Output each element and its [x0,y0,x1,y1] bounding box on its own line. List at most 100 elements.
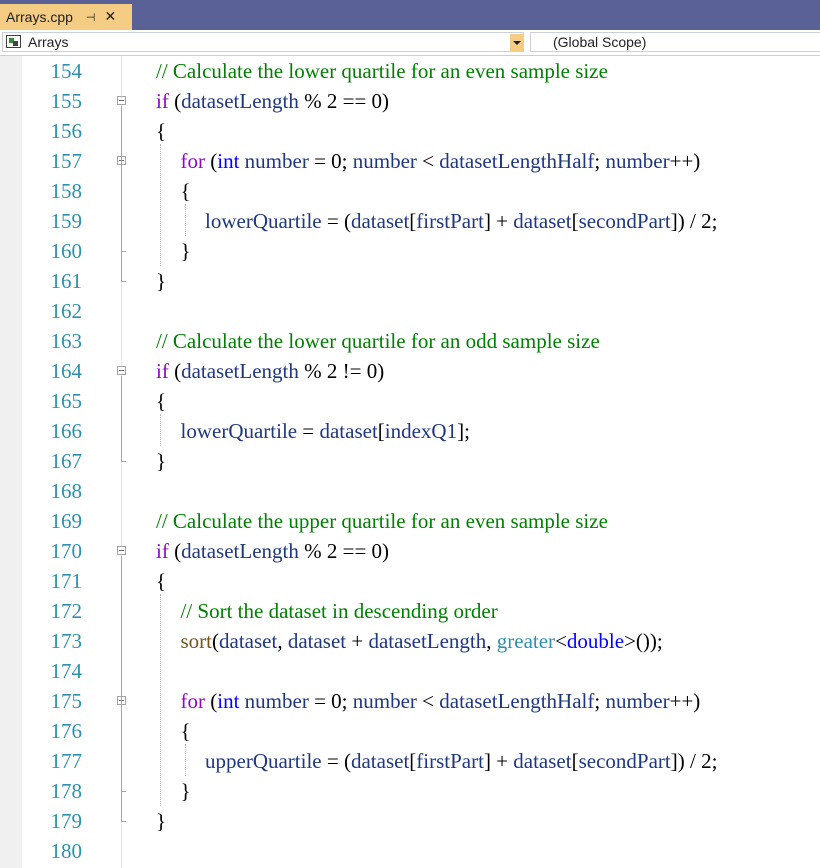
code-text: lowerQuartile = (dataset[firstPart] + da… [205,206,717,236]
code-text: { [156,386,166,416]
code-token: number [352,149,417,173]
code-line[interactable]: 164 if (datasetLength % 2 != 0) [0,356,820,386]
code-line[interactable]: 166 lowerQuartile = dataset[indexQ1]; [0,416,820,446]
line-number: 179 [50,809,83,833]
outline-end [121,281,126,282]
code-token: { [180,179,191,203]
outline-end [121,821,126,822]
code-line[interactable]: 168 [0,476,820,506]
code-line[interactable]: 162 [0,296,820,326]
code-line[interactable]: 174 [0,656,820,686]
code-text: { [181,176,191,206]
project-label: Arrays [28,34,69,50]
line-number: 173 [50,629,83,653]
line-number: 175 [50,689,83,713]
code-token: ]) / 2; [670,209,718,233]
project-dropdown[interactable]: Arrays [2,32,524,52]
line-number: 166 [50,419,83,443]
indent-guide [160,414,161,446]
code-text: } [156,806,166,836]
code-token: ( [168,359,182,383]
code-token: ]; [457,419,470,443]
code-editor[interactable]: 154 // Calculate the lower quartile for a… [0,56,820,868]
pin-icon[interactable]: ⊣ [86,11,96,24]
code-token: // Calculate the lower quartile for an o… [156,329,600,353]
code-token: number [352,689,417,713]
code-token: } [156,809,167,833]
code-token: ] + [483,749,514,773]
code-text: sort(dataset, dataset + datasetLength, g… [181,626,663,656]
code-line[interactable]: 176 { [0,716,820,746]
code-line[interactable]: 170 if (datasetLength % 2 == 0) [0,536,820,566]
document-tab[interactable]: Arrays.cpp ⊣ ✕ [0,4,132,30]
code-line[interactable]: 180 [0,836,820,866]
code-line[interactable]: 177 upperQuartile = (dataset[firstPart] +… [0,746,820,776]
code-line[interactable]: 157 for (int number = 0; number < dataset… [0,146,820,176]
code-line[interactable]: 171 { [0,566,820,596]
collapse-icon[interactable] [117,366,126,375]
code-token: dataset [350,749,410,773]
line-number: 157 [50,149,83,173]
code-token: = 0; [308,689,353,713]
code-line[interactable]: 172 // Sort the dataset in descending ord… [0,596,820,626]
code-line[interactable]: 165 { [0,386,820,416]
code-text: upperQuartile = (dataset[firstPart] + da… [205,746,717,776]
code-token: int [217,149,240,173]
project-dropdown-button[interactable] [510,34,524,51]
code-token: datasetLengthHalf [439,149,595,173]
code-token: >()); [624,629,663,653]
code-line[interactable]: 163 // Calculate the lower quartile for a… [0,326,820,356]
outline-end [121,461,126,462]
code-text: for (int number = 0; number < datasetLen… [181,686,701,716]
collapse-icon[interactable] [117,96,126,105]
code-text: if (datasetLength % 2 != 0) [156,356,384,386]
line-number: 159 [50,209,83,233]
line-number: 156 [50,119,83,143]
code-token: { [156,569,167,593]
code-line[interactable]: 154 // Calculate the lower quartile for a… [0,56,820,86]
code-token: dataset [319,419,378,443]
code-token: secondPart [578,209,671,233]
code-token: indexQ1 [384,419,458,443]
code-token: if [156,539,169,563]
outline-end [121,791,126,792]
code-line[interactable]: 169 // Calculate the upper quartile for a… [0,506,820,536]
code-text: } [181,776,191,806]
scope-dropdown[interactable]: (Global Scope) [530,32,820,52]
line-number: 178 [50,779,83,803]
code-line[interactable]: 156 { [0,116,820,146]
line-number: 167 [50,449,83,473]
tab-title: Arrays.cpp [6,9,73,25]
code-token: ( [205,689,218,713]
code-line[interactable]: 159 lowerQuartile = (dataset[firstPart] +… [0,206,820,236]
code-token: lowerQuartile [205,209,322,233]
code-token: = ( [321,209,351,233]
code-line[interactable]: 175 for (int number = 0; number < dataset… [0,686,820,716]
code-token: [ [377,419,385,443]
code-token: int [217,689,240,713]
code-line[interactable]: 155 if (datasetLength % 2 == 0) [0,86,820,116]
code-line[interactable]: 158 { [0,176,820,206]
code-text: lowerQuartile = dataset[indexQ1]; [181,416,470,446]
code-token: datasetLength [181,359,299,383]
line-number: 177 [50,749,83,773]
indent-guide [184,204,186,236]
outline-line [121,376,122,461]
line-number: 161 [50,269,83,293]
close-icon[interactable]: ✕ [105,10,117,24]
code-token: ( [168,539,182,563]
code-token: number [605,149,670,173]
collapse-icon[interactable] [117,546,126,555]
code-token: ; [594,149,606,173]
project-icon [6,35,21,48]
line-number: 180 [50,839,83,863]
code-token: } [180,239,191,263]
code-text: { [181,716,191,746]
code-token: % 2 == 0) [298,89,390,113]
chevron-down-icon [513,40,521,45]
code-line[interactable]: 173 sort(dataset, dataset + datasetLength… [0,626,820,656]
code-token: ( [212,629,219,653]
code-token: ] + [483,209,514,233]
outline-line [121,706,122,791]
code-token: dataset [513,209,572,233]
